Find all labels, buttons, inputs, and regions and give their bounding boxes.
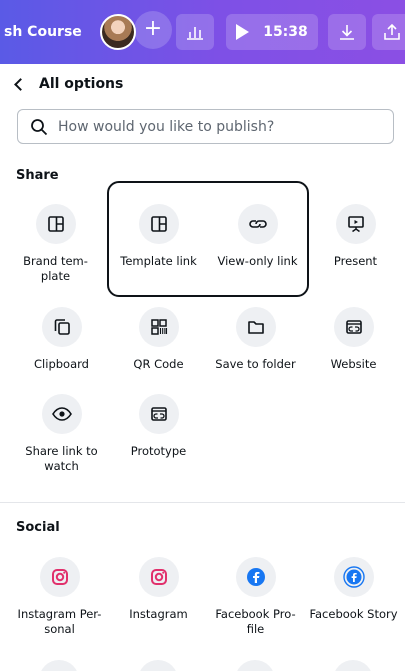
search-input[interactable] (58, 118, 378, 135)
user-avatar[interactable] (100, 14, 136, 50)
icon-background (235, 307, 276, 347)
social-option-label: Facebook Story (309, 607, 398, 621)
share-option-brand-template[interactable]: Brand tem- plate (7, 204, 104, 284)
panel-title: All options (39, 76, 124, 92)
download-icon (340, 25, 354, 40)
icon-background (335, 204, 376, 244)
eye-icon (51, 407, 72, 421)
share-option-share-link-to-watch[interactable]: Share link to watch (13, 394, 110, 474)
share-option-website[interactable]: Website (305, 307, 402, 372)
share-option-label: Brand tem- plate (23, 254, 88, 283)
chevron-left-icon[interactable] (14, 77, 27, 91)
share-option-label: Save to folder (215, 357, 296, 371)
icon-background (35, 204, 76, 244)
share-option-label: QR Code (133, 357, 184, 371)
share-button[interactable] (372, 14, 405, 50)
brand-template-icon (47, 216, 64, 232)
bar-chart-icon (187, 27, 203, 40)
facebook-icon (246, 568, 265, 586)
share-option-template-link[interactable]: Template link (110, 204, 207, 269)
publish-panel: All options Share Brand tem- plate Templ… (0, 64, 405, 671)
back-navigation[interactable]: All options (14, 76, 124, 92)
icon-background (39, 557, 80, 597)
section-divider (0, 502, 405, 503)
social-option-instagram-personal[interactable]: Instagram Per- sonal (11, 557, 108, 637)
share-option-qr-code[interactable]: QR Code (110, 307, 207, 372)
qr-code-icon (150, 319, 167, 335)
present-timer-button[interactable]: 15:38 (226, 14, 318, 50)
instagram-icon (150, 569, 167, 585)
facebook-story-icon (342, 566, 365, 588)
icon-background (41, 394, 82, 434)
design-title[interactable]: sh Course (4, 24, 82, 40)
download-button[interactable] (328, 14, 366, 50)
share-option-present[interactable]: Present (307, 204, 404, 269)
social-option-partial[interactable] (235, 660, 275, 671)
share-option-label: Clipboard (34, 357, 89, 371)
share-option-view-only-link[interactable]: View-only link (209, 204, 306, 269)
share-option-label: Prototype (130, 444, 187, 458)
prototype-icon (150, 407, 167, 421)
icon-background (138, 557, 179, 597)
play-icon (236, 24, 250, 40)
social-option-partial[interactable] (39, 660, 79, 671)
link-icon (248, 220, 267, 228)
folder-icon (247, 321, 264, 334)
share-option-label: View-only link (217, 254, 298, 268)
share-option-label: Share link to watch (25, 444, 98, 473)
icon-background (138, 307, 179, 347)
search-box[interactable] (17, 109, 394, 144)
share-option-label: Template link (120, 254, 197, 268)
instagram-icon (51, 569, 68, 585)
icon-background (41, 307, 82, 347)
template-link-icon (150, 216, 167, 232)
social-option-label: Instagram Per- sonal (17, 607, 102, 636)
share-section-title: Share (16, 168, 59, 183)
website-icon (345, 320, 362, 334)
insights-button[interactable] (176, 14, 214, 50)
search-icon (31, 118, 48, 135)
timer-text: 15:38 (263, 24, 308, 40)
social-option-label: Instagram (129, 607, 188, 621)
share-option-label: Website (330, 357, 377, 371)
icon-background (333, 307, 374, 347)
share-option-label: Present (333, 254, 378, 268)
upload-icon (384, 23, 400, 40)
social-option-label: Facebook Pro- file (215, 607, 296, 636)
icon-background (138, 394, 179, 434)
social-option-partial[interactable] (138, 660, 178, 671)
icon-background (237, 204, 278, 244)
clipboard-icon (54, 319, 70, 335)
add-collaborator-button[interactable]: + (134, 11, 172, 49)
share-option-prototype[interactable]: Prototype (110, 394, 207, 459)
icon-background (138, 204, 179, 244)
social-option-facebook-story[interactable]: Facebook Story (305, 557, 402, 622)
social-option-partial[interactable] (333, 660, 373, 671)
social-option-facebook-profile[interactable]: Facebook Pro- file (207, 557, 304, 637)
social-section-title: Social (16, 520, 60, 535)
editor-topbar: sh Course + 15:38 (0, 0, 405, 64)
social-option-instagram[interactable]: Instagram (110, 557, 207, 622)
share-option-clipboard[interactable]: Clipboard (13, 307, 110, 372)
icon-background (333, 557, 374, 597)
share-option-save-to-folder[interactable]: Save to folder (207, 307, 304, 372)
icon-background (235, 557, 276, 597)
present-icon (347, 216, 364, 233)
